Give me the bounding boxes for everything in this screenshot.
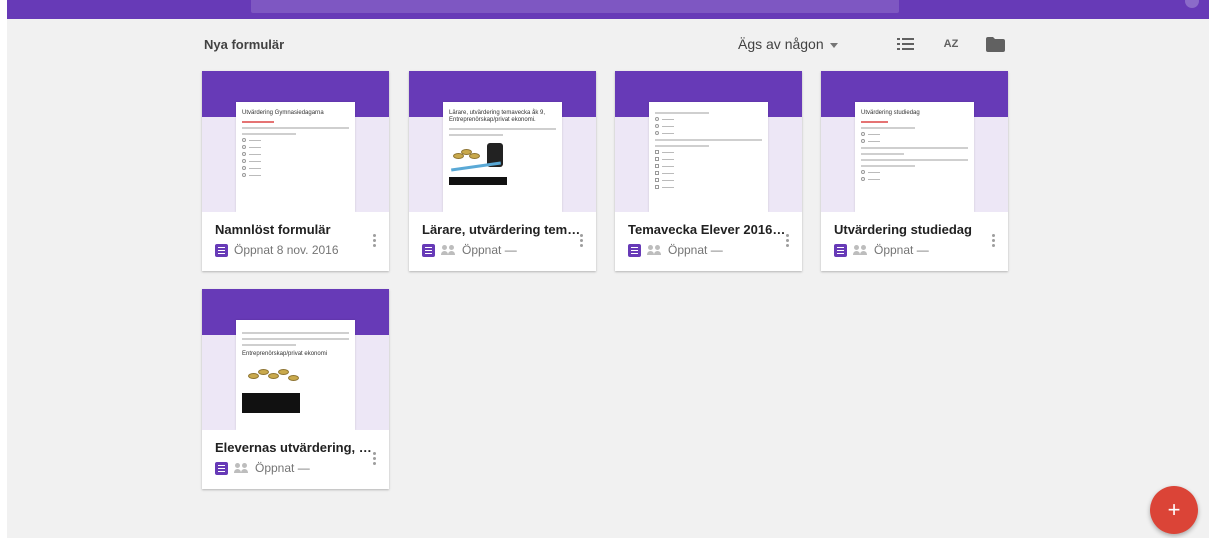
form-icon — [215, 461, 228, 475]
thumbnail-title: Utvärdering studiedag — [861, 110, 920, 116]
account-avatar[interactable] — [1185, 0, 1199, 8]
card-title: Namnlöst formulär — [215, 222, 331, 237]
card-title: Elevernas utvärdering, Te... — [215, 440, 375, 455]
thumbnail-title: Entreprenörskap/privat ekonomi — [242, 351, 328, 357]
create-form-button[interactable]: + — [1150, 486, 1198, 534]
card-meta: Öppnat 8 nov. 2016 — [234, 243, 339, 257]
owner-filter-dropdown[interactable]: Ägs av någon — [738, 36, 838, 52]
top-app-bar — [7, 0, 1209, 19]
card-title: Lärare, utvärdering temav... — [422, 222, 582, 237]
card-meta: Öppnat — — [668, 243, 723, 257]
left-edge — [0, 0, 7, 538]
people-icon — [441, 245, 456, 255]
form-icon — [834, 243, 847, 257]
section-title: Nya formulär — [204, 37, 285, 52]
form-icon — [628, 243, 641, 257]
list-view-icon[interactable] — [897, 37, 914, 51]
people-icon — [853, 245, 868, 255]
more-vert-icon[interactable] — [373, 452, 377, 468]
sort-az-label: AZ — [943, 38, 959, 50]
form-card[interactable]: Entreprenörskap/privat ekonomi Elevernas… — [202, 289, 389, 489]
caret-down-icon — [829, 42, 838, 48]
people-icon — [647, 245, 662, 255]
form-thumbnail: Utvärdering studiedag — [821, 71, 1008, 212]
form-card[interactable]: Utvärdering Gymnasiedagarna Namnlöst for… — [202, 71, 389, 271]
form-thumbnail — [615, 71, 802, 212]
form-card[interactable]: Temavecka Elever 2016 å... Öppnat — — [615, 71, 802, 271]
search-bar[interactable] — [251, 0, 899, 13]
more-vert-icon[interactable] — [580, 234, 584, 250]
form-icon — [422, 243, 435, 257]
card-meta: Öppnat — — [255, 461, 310, 475]
people-icon — [234, 463, 249, 473]
card-meta: Öppnat — — [462, 243, 517, 257]
card-title: Utvärdering studiedag — [834, 222, 972, 237]
form-card[interactable]: Utvärdering studiedag Utvärdering studie… — [821, 71, 1008, 271]
owner-filter-label: Ägs av någon — [738, 36, 824, 52]
card-meta: Öppnat — — [874, 243, 929, 257]
form-thumbnail: Utvärdering Gymnasiedagarna — [202, 71, 389, 212]
form-icon — [215, 243, 228, 257]
more-vert-icon[interactable] — [373, 234, 377, 250]
sort-az-icon[interactable]: AZ — [941, 33, 961, 55]
form-thumbnail: Entreprenörskap/privat ekonomi — [202, 289, 389, 430]
form-card[interactable]: Lärare, utvärdering temavecka åk 9, Entr… — [409, 71, 596, 271]
more-vert-icon[interactable] — [786, 234, 790, 250]
more-vert-icon[interactable] — [992, 234, 996, 250]
folder-icon[interactable] — [986, 37, 1005, 52]
thumbnail-title: Utvärdering Gymnasiedagarna — [242, 110, 324, 116]
card-title: Temavecka Elever 2016 å... — [628, 222, 788, 237]
form-thumbnail: Lärare, utvärdering temavecka åk 9, Entr… — [409, 71, 596, 212]
thumbnail-title: Lärare, utvärdering temavecka åk 9, Entr… — [449, 110, 546, 123]
